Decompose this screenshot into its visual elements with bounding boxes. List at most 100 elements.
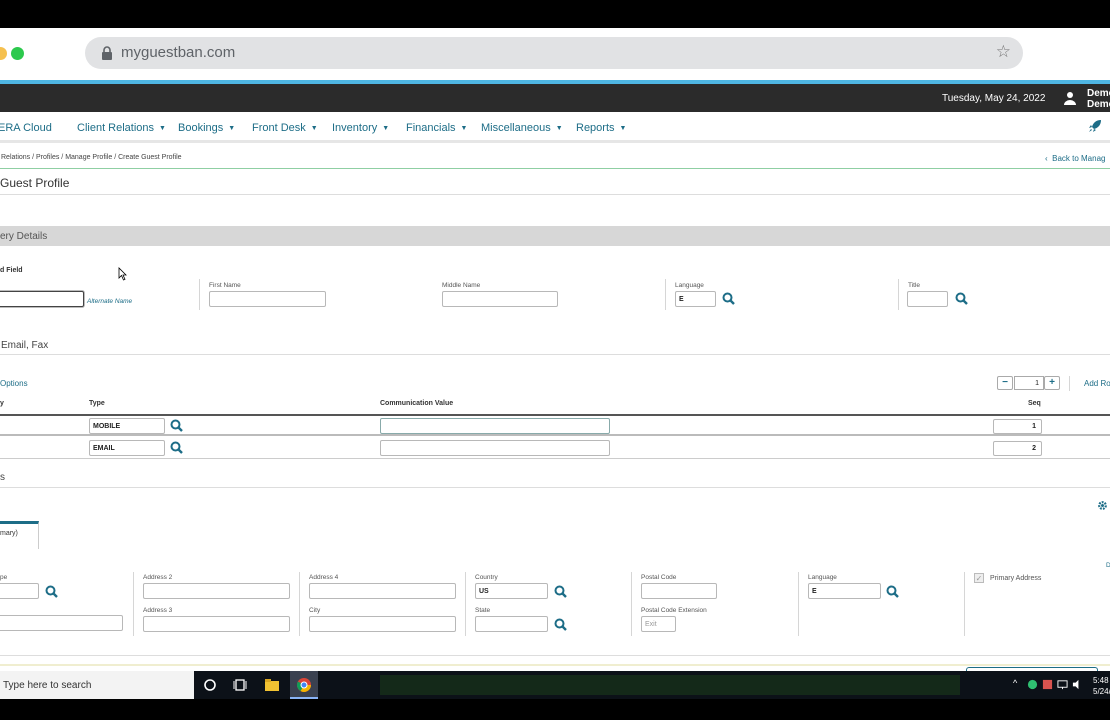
back-to-manage-link[interactable]: ‹ Back to Manag [1045, 154, 1105, 163]
taskbar: Type here to search ^ 5:48 5/24/2 [0, 671, 1110, 699]
title-input[interactable] [907, 291, 948, 307]
file-explorer-icon[interactable] [264, 677, 280, 693]
communication-value-input[interactable] [380, 440, 610, 456]
user-name[interactable]: Demo Demo [1087, 88, 1110, 110]
address3-input[interactable] [143, 616, 290, 632]
middle-name-input[interactable] [442, 291, 558, 307]
address-type-input[interactable] [0, 583, 39, 599]
menu-client-relations[interactable]: Client Relations ▼ [77, 122, 166, 134]
field-divider [898, 279, 899, 310]
menu-financials[interactable]: Financials ▼ [406, 122, 467, 134]
type-input[interactable]: MOBILE [89, 418, 165, 434]
toolbar-divider [1069, 376, 1070, 391]
rocket-icon[interactable] [1088, 119, 1102, 133]
edge-link[interactable]: D [1106, 562, 1110, 569]
seq-input[interactable]: 2 [993, 441, 1042, 456]
country-input[interactable]: US [475, 583, 548, 599]
browser-chrome: myguestban.com ☆ [0, 28, 1110, 80]
title-divider [0, 194, 1110, 195]
search-icon[interactable] [170, 419, 183, 432]
address-language-input[interactable]: E [808, 583, 881, 599]
column-header-value: Communication Value [380, 400, 454, 407]
postal-extension-input[interactable]: Exit [641, 616, 676, 632]
gear-icon[interactable] [1097, 500, 1108, 511]
menu-inventory[interactable]: Inventory ▼ [332, 122, 389, 134]
search-icon[interactable] [554, 618, 567, 631]
address4-input[interactable] [309, 583, 456, 599]
taskbar-clock[interactable]: 5:48 5/24/2 [1093, 675, 1110, 697]
menu-label: Bookings [178, 122, 224, 134]
address4-label: Address 4 [309, 574, 339, 581]
address-line-1-input[interactable] [0, 615, 123, 631]
section-header-primary[interactable]: ery Details [0, 226, 1110, 246]
menu-label: Front Desk [252, 122, 306, 134]
primary-address-label: Primary Address [990, 575, 1042, 582]
menu-front-desk[interactable]: Front Desk ▼ [252, 122, 318, 134]
tray-app-icon[interactable] [1027, 679, 1038, 690]
search-icon[interactable] [45, 585, 58, 598]
column-header-primary: y [0, 400, 4, 407]
communication-value-input[interactable] [380, 418, 610, 434]
app-top-bar: Tuesday, May 24, 2022 Demo Demo [0, 84, 1110, 112]
task-view-icon[interactable] [232, 677, 248, 693]
network-icon[interactable] [1057, 679, 1068, 690]
caret-down-icon: ▼ [310, 125, 318, 132]
first-name-label: First Name [209, 282, 241, 289]
search-icon[interactable] [886, 585, 899, 598]
taskbar-search-box[interactable]: Type here to search [0, 671, 194, 699]
chrome-taskbar-button[interactable] [290, 671, 318, 699]
tab-primary-address[interactable]: mary) [0, 521, 39, 549]
add-rows-link[interactable]: Add Ro [1084, 379, 1110, 388]
breadcrumb[interactable]: Relations / Profiles / Manage Profile / … [1, 154, 182, 161]
postal-code-input[interactable] [641, 583, 717, 599]
brand-link[interactable]: ERA Cloud [0, 122, 52, 134]
page-title: Guest Profile [0, 176, 70, 190]
menu-label: Inventory [332, 122, 378, 134]
address-bar[interactable]: myguestban.com ☆ [85, 37, 1023, 69]
menu-bookings[interactable]: Bookings ▼ [178, 122, 235, 134]
table-row[interactable]: EMAIL 2 [0, 437, 1110, 459]
table-row[interactable]: MOBILE 1 [0, 414, 1110, 436]
volume-icon[interactable] [1072, 679, 1083, 690]
search-icon[interactable] [554, 585, 567, 598]
menu-reports[interactable]: Reports ▼ [576, 122, 626, 134]
minimize-window-button[interactable] [0, 47, 7, 60]
seq-input[interactable]: 1 [993, 419, 1042, 434]
city-input[interactable] [309, 616, 456, 632]
caret-down-icon: ▼ [555, 125, 563, 132]
increment-button[interactable]: + [1044, 376, 1060, 390]
bookmark-star-icon[interactable]: ☆ [996, 42, 1011, 62]
url-text: myguestban.com [121, 44, 236, 61]
search-icon[interactable] [170, 441, 183, 454]
maximize-window-button[interactable] [11, 47, 24, 60]
decrement-button[interactable]: − [997, 376, 1013, 390]
search-icon[interactable] [722, 292, 735, 305]
primary-address-checkbox[interactable]: ✓ [974, 573, 984, 583]
language-input[interactable]: E [675, 291, 716, 307]
address2-input[interactable] [143, 583, 290, 599]
row-count-input[interactable]: 1 [1014, 376, 1044, 390]
search-icon[interactable] [955, 292, 968, 305]
screen: myguestban.com ☆ Tuesday, May 24, 2022 D… [0, 0, 1110, 720]
user-icon[interactable] [1064, 91, 1076, 105]
postal-extension-label: Postal Code Extension [641, 607, 707, 614]
alternate-name-link[interactable]: Alternate Name [87, 298, 132, 305]
field-divider [199, 279, 200, 310]
state-label: State [475, 607, 491, 614]
required-field-label: d Field [0, 267, 23, 274]
communication-heading: Email, Fax [1, 340, 49, 351]
type-input[interactable]: EMAIL [89, 440, 165, 456]
footer-strip [0, 664, 1110, 666]
first-name-input[interactable] [209, 291, 326, 307]
menu-label: Client Relations [77, 122, 155, 134]
main-menu-bar: ERA Cloud Client Relations ▼ Bookings ▼ Fr… [0, 112, 1110, 143]
last-name-input[interactable] [0, 291, 84, 307]
options-link[interactable]: Options [0, 379, 28, 388]
cortana-icon[interactable] [202, 677, 218, 693]
chevron-up-icon[interactable]: ^ [1013, 678, 1017, 688]
taskbar-search-placeholder: Type here to search [3, 680, 92, 691]
state-input[interactable] [475, 616, 548, 632]
postal-code-label: Postal Code [641, 574, 677, 581]
menu-miscellaneous[interactable]: Miscellaneous ▼ [481, 122, 563, 134]
tray-app-icon[interactable] [1042, 679, 1053, 690]
